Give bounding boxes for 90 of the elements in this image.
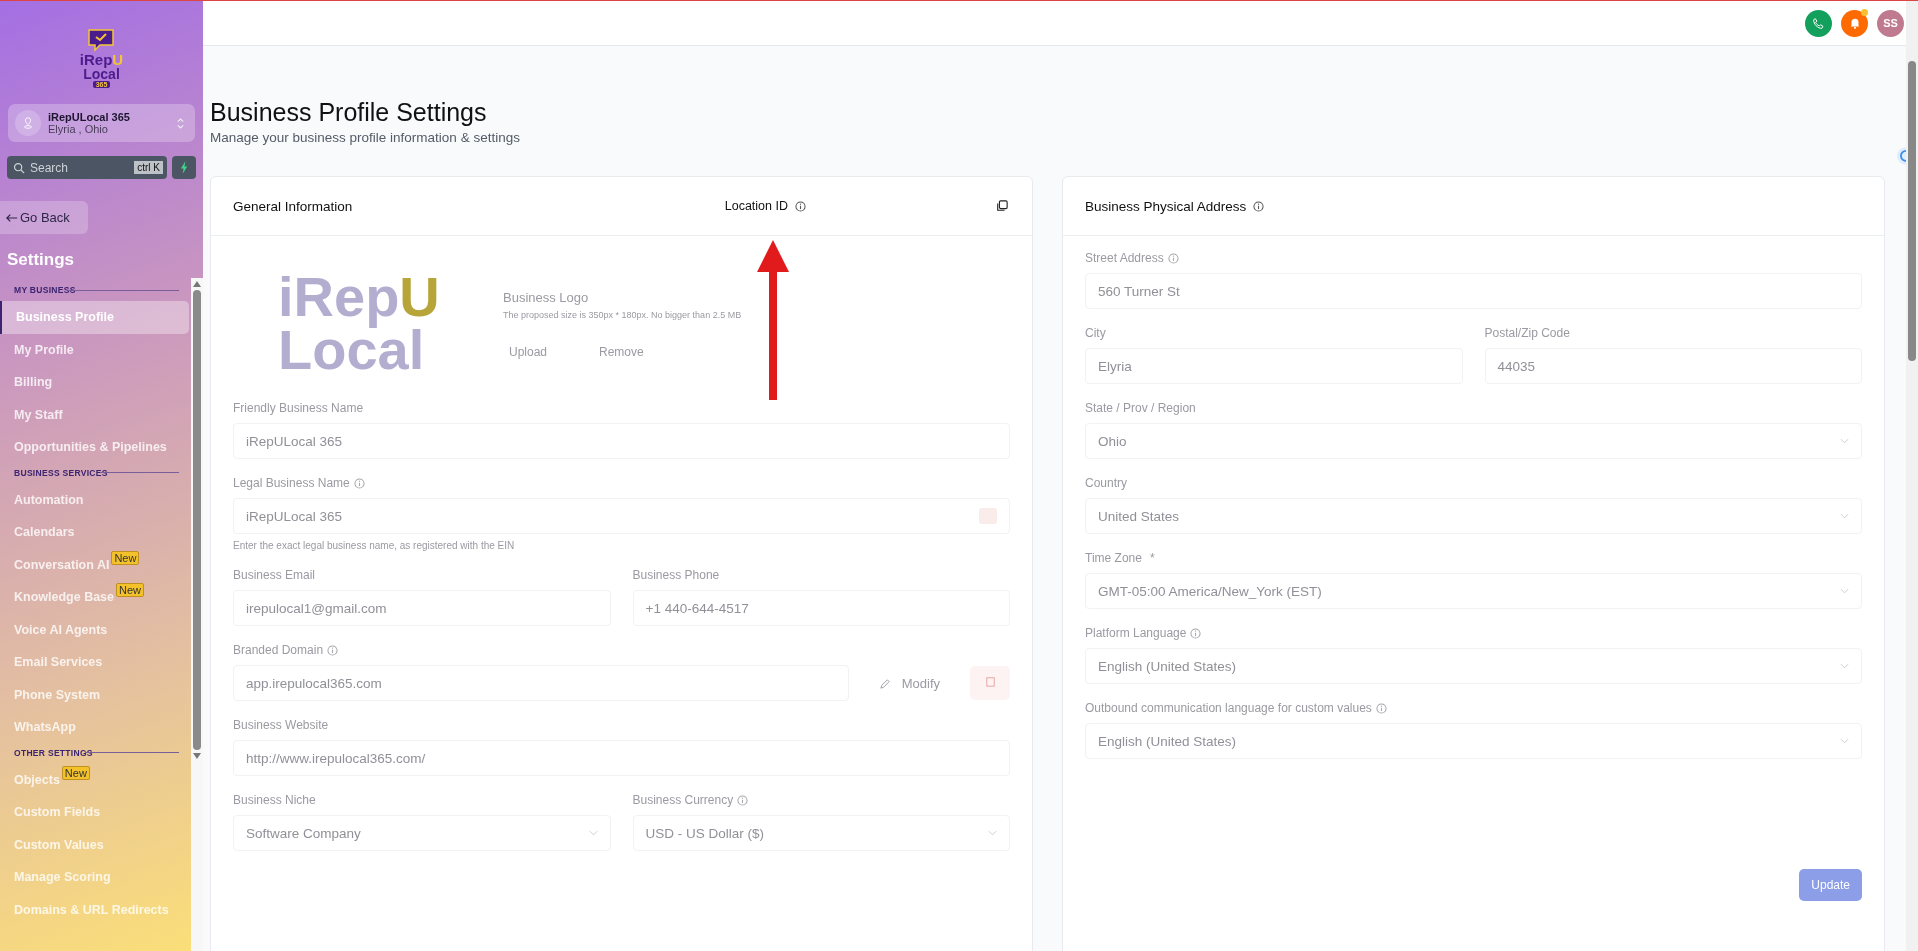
field-label: Business Currency <box>632 793 734 807</box>
logo-section-title: Business Logo <box>503 290 590 305</box>
page-subtitle: Manage your business profile information & settings <box>210 130 521 145</box>
chevron-down-icon <box>1840 663 1849 669</box>
location-id-label: Location ID <box>724 199 788 213</box>
sidebar-item[interactable]: Billing <box>0 366 189 399</box>
chevron-down-icon <box>588 830 598 836</box>
scrollbar[interactable] <box>191 278 203 951</box>
select-field[interactable]: English (United States) <box>1085 648 1862 684</box>
search-field[interactable]: Search ctrl K <box>7 156 167 179</box>
notification-bell-icon[interactable] <box>1841 9 1868 37</box>
remove-button[interactable]: Remove <box>593 344 650 360</box>
sidebar-item[interactable]: Business Profile <box>0 301 189 334</box>
update-button[interactable]: Update <box>1799 869 1862 901</box>
shortcut-hint: ctrl K <box>134 161 163 174</box>
field-label: Postal/Zip Code <box>1484 326 1570 340</box>
account-switcher[interactable]: iRepULocal 365 Elyria , Ohio <box>8 104 195 142</box>
sidebar-item[interactable]: Conversation AI New <box>0 548 189 581</box>
field-label: Business Phone <box>632 568 720 582</box>
text-field[interactable]: iRepULocal 365 <box>233 498 1010 534</box>
chevron-updown-icon <box>176 115 185 131</box>
sidebar-item[interactable]: My Staff <box>0 398 189 431</box>
chevron-down-icon <box>988 830 997 836</box>
new-badge: New <box>61 765 90 780</box>
text-field[interactable]: iRepULocal 365 <box>233 423 1010 459</box>
sidebar-item[interactable]: My Profile <box>0 333 189 366</box>
upload-button[interactable]: Upload <box>503 344 554 360</box>
domain-field[interactable]: app.irepulocal365.com <box>233 665 849 701</box>
page-title: Business Profile Settings <box>210 98 488 127</box>
section-heading: MY BUSINESS <box>14 285 76 295</box>
field-label: Street Address <box>1085 251 1164 265</box>
section-heading: BUSINESS SERVICES <box>14 467 108 478</box>
info-icon <box>795 200 806 212</box>
chevron-down-icon <box>1840 513 1849 519</box>
field-label: Business Website <box>233 718 329 732</box>
field-label: Business Niche <box>233 793 316 807</box>
field-label: Branded Domain <box>233 643 324 657</box>
trash-icon <box>983 675 997 688</box>
field-label: Friendly Business Name <box>233 401 364 415</box>
new-badge: New <box>111 550 140 565</box>
info-icon <box>1253 200 1265 212</box>
card-title: Business Physical Address <box>1085 198 1247 214</box>
sidebar-item[interactable]: Opportunities & Pipelines <box>0 431 189 464</box>
search-icon <box>13 161 25 174</box>
field-label: Platform Language <box>1085 626 1187 640</box>
text-field[interactable]: 44035 <box>1484 348 1862 384</box>
card-title: General Information <box>233 198 354 214</box>
copy-icon[interactable] <box>996 200 1008 212</box>
sidebar-item[interactable]: Calendars <box>0 516 189 549</box>
page-scrollbar[interactable] <box>1906 1 1918 951</box>
field-label: Business Email <box>233 568 316 582</box>
select-field[interactable]: English (United States) <box>1085 723 1862 759</box>
pencil-icon <box>878 676 892 690</box>
select-field[interactable]: GMT-05:00 America/New_York (EST) <box>1085 573 1862 609</box>
sidebar-item[interactable]: Knowledge Base New <box>0 581 189 614</box>
chevron-down-icon <box>1840 588 1849 594</box>
field-label: Legal Business Name <box>233 476 350 490</box>
phone-icon[interactable] <box>1805 9 1832 37</box>
field-label: Time Zone <box>1085 551 1142 565</box>
text-field[interactable]: +1 440-644-4517 <box>632 590 1010 626</box>
user-avatar[interactable]: SS <box>1877 9 1904 37</box>
select-field[interactable]: USD - US Dollar ($) <box>632 815 1010 851</box>
chevron-down-icon <box>1840 438 1849 444</box>
quick-action-button[interactable] <box>172 156 196 179</box>
field-label: City <box>1085 326 1106 340</box>
field-label: Country <box>1085 476 1128 490</box>
select-field[interactable]: Ohio <box>1085 423 1862 459</box>
field-hint: Enter the exact legal business name, as registered with the EIN <box>233 540 516 551</box>
logo-size-hint: The proposed size is 350px * 180px. No bigger than 2.5 MB <box>503 310 742 320</box>
logo-preview: iRepU Local <box>278 270 441 383</box>
sidebar-item[interactable]: Automation <box>0 483 189 516</box>
location-pin-icon <box>21 116 35 130</box>
field-label: Outbound communication language for custom values <box>1085 701 1372 715</box>
field-label: State / Prov / Region <box>1085 401 1196 415</box>
text-field[interactable]: 560 Turner St <box>1085 273 1862 309</box>
text-field[interactable]: http://www.irepulocal365.com/ <box>233 740 1010 776</box>
arrow-left-icon <box>6 212 18 223</box>
section-heading: OTHER SETTINGS <box>14 747 93 758</box>
sidebar-item[interactable]: Objects New <box>0 763 189 796</box>
modify-button[interactable]: Modify <box>858 675 960 691</box>
required-mark: * <box>1149 551 1155 565</box>
text-field[interactable]: Elyria <box>1085 348 1463 384</box>
sidebar-title: Settings <box>7 250 76 270</box>
text-field[interactable]: irepulocal1@gmail.com <box>233 590 611 626</box>
new-badge: New <box>116 583 145 597</box>
lightning-icon <box>179 161 189 174</box>
select-field[interactable]: United States <box>1085 498 1862 534</box>
chevron-down-icon <box>1840 738 1849 744</box>
select-field[interactable]: Software Company <box>233 815 611 851</box>
go-back-button[interactable]: Go Back <box>0 201 88 234</box>
